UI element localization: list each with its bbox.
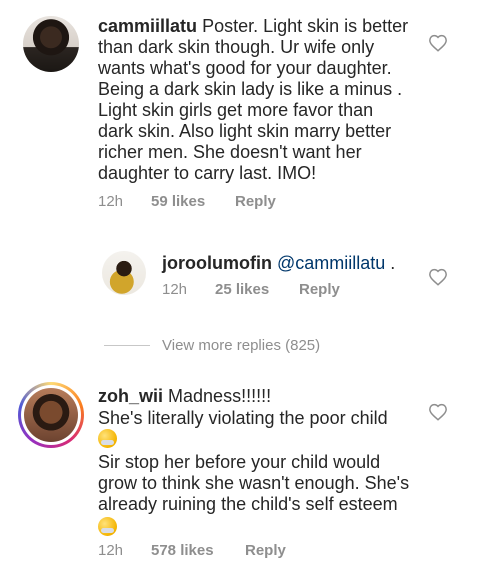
comment-line: Madness!!!!!! <box>168 386 272 406</box>
username-joroolumofin[interactable]: joroolumofin <box>162 253 272 273</box>
reply-button[interactable]: Reply <box>245 542 286 559</box>
sleepy-face-emoji <box>98 517 117 536</box>
comment-line: than dark skin though. Ur wife only <box>98 37 375 57</box>
comment-line: wants what's good for your daughter. <box>98 58 392 78</box>
avatar-cammiillatu[interactable] <box>23 16 79 72</box>
timestamp: 12h <box>162 281 188 298</box>
comment-line: Poster. Light skin is better <box>202 16 409 36</box>
reply-button[interactable]: Reply <box>235 193 276 210</box>
view-more-replies-button[interactable]: View more replies (825) <box>162 337 320 354</box>
heart-outline-icon[interactable] <box>428 268 448 286</box>
username-zoh_wii[interactable]: zoh_wii <box>98 386 163 406</box>
comment-line: grow to think she wasn't enough. She's <box>98 473 410 493</box>
comment-line: Being a dark skin lady is like a minus . <box>98 79 403 99</box>
sleepy-face-emoji <box>98 429 117 448</box>
comment-line: Sir stop her before your child would <box>98 452 381 472</box>
likes-count[interactable]: 578 likes <box>151 542 214 559</box>
divider-line <box>104 345 150 346</box>
mention-link[interactable]: @cammiillatu <box>277 253 385 273</box>
heart-outline-icon[interactable] <box>428 403 448 421</box>
comment-line: daughter to carry last. IMO! <box>98 163 317 183</box>
likes-count[interactable]: 25 likes <box>215 281 269 298</box>
timestamp: 12h <box>98 542 124 559</box>
username-cammiillatu[interactable]: cammiillatu <box>98 16 197 36</box>
comment-line: Light skin girls get more favor than <box>98 100 374 120</box>
heart-outline-icon[interactable] <box>428 34 448 52</box>
comment-body-cammiillatu: cammiillatu Poster. Light skin is better… <box>98 16 428 184</box>
reply-body-joroolumofin: joroolumofin @cammiillatu . <box>162 253 395 274</box>
avatar-zoh_wii[interactable] <box>18 382 84 448</box>
comment-body-zoh_wii: zoh_wii Madness!!!!!! She's literally vi… <box>98 386 428 540</box>
comment-line: She's literally violating the poor child <box>98 408 388 428</box>
likes-count[interactable]: 59 likes <box>151 193 205 210</box>
reply-text: . <box>385 253 396 273</box>
reply-button[interactable]: Reply <box>299 281 340 298</box>
comment-line: dark skin. Also light skin marry better <box>98 121 392 141</box>
comment-line: richer men. She doesn't want her <box>98 142 362 162</box>
comment-line: already ruining the child's self esteem <box>98 494 398 514</box>
avatar-joroolumofin[interactable] <box>102 251 146 295</box>
timestamp: 12h <box>98 193 124 210</box>
